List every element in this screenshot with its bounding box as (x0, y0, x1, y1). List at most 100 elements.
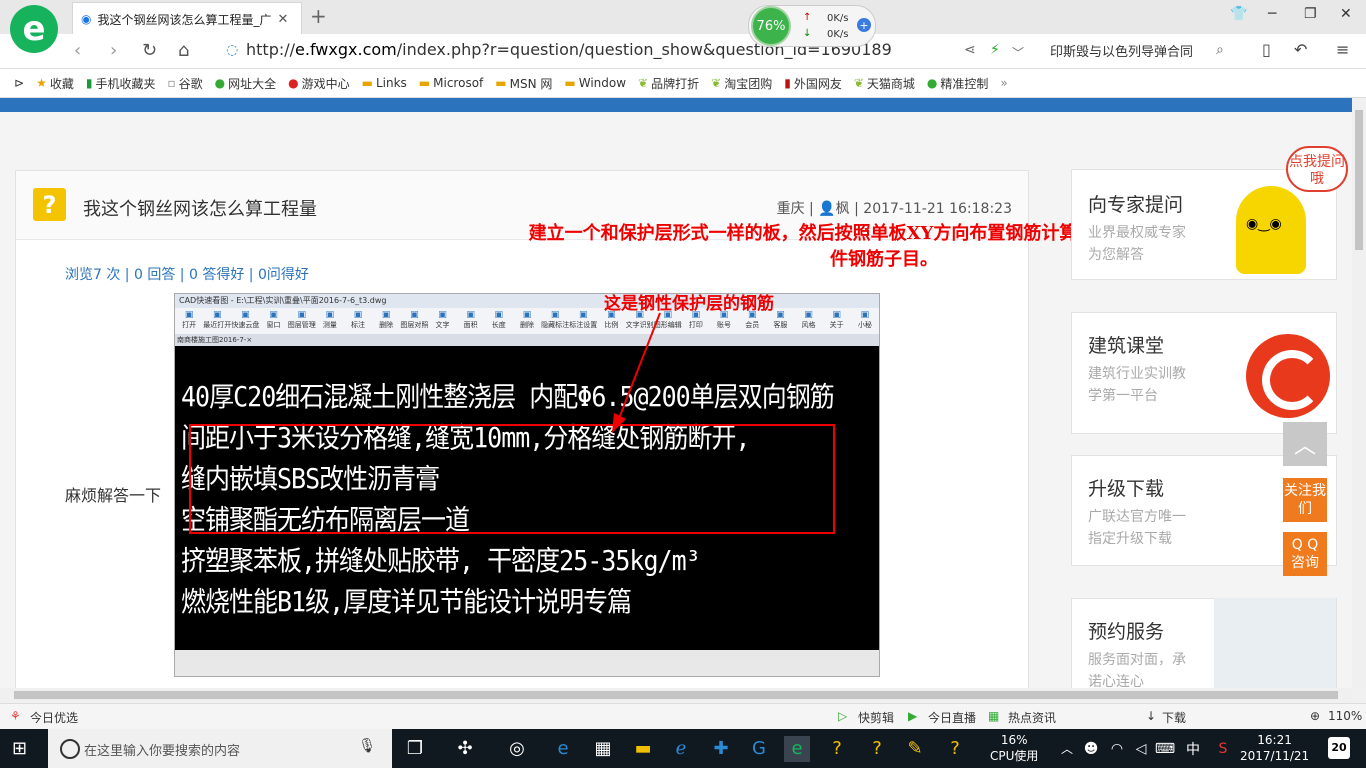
site-security-icon[interactable]: ◌ (226, 42, 238, 58)
good-answer-count[interactable]: 0 答得好 (189, 267, 244, 283)
cpu-monitor[interactable]: 16% CPU使用 (990, 732, 1038, 764)
downloads-link[interactable]: 下载 (1162, 709, 1186, 726)
daily-picks-link[interactable]: 今日优选 (30, 709, 78, 726)
cad-ribbon-button: ▣ 面积 (457, 308, 485, 334)
fan-app-icon[interactable]: ✣ (452, 736, 478, 762)
zoom-level[interactable]: 110% (1328, 709, 1362, 723)
speed-boost-icon[interactable]: + (857, 18, 871, 32)
bookmark-item[interactable]: ▬ Links (362, 76, 407, 90)
bookmark-item[interactable]: ▮ 外国网友 (784, 75, 842, 92)
wifi-icon[interactable]: ◠ (1104, 736, 1130, 762)
sogou-ime-icon[interactable]: S (1210, 736, 1236, 762)
help-app-icon[interactable]: ? (942, 736, 968, 762)
cad-ribbon-label: 隐藏标注 (541, 321, 570, 329)
task-view-icon[interactable]: ❐ (402, 736, 428, 762)
bookmark-item[interactable]: ● 游戏中心 (288, 75, 350, 92)
edge-browser-icon[interactable]: e (550, 736, 576, 762)
people-icon[interactable]: ☻ (1078, 736, 1104, 762)
forward-icon[interactable]: › (110, 40, 117, 61)
good-question-count[interactable]: 0问得好 (258, 267, 309, 283)
question-body: 麻烦解答一下 (65, 486, 162, 505)
page-content: ? 我这个钢丝网该怎么算工程量 重庆 | 👤枫 | 2017-11-21 16:… (0, 112, 1352, 688)
network-speed-widget[interactable]: 76% ↑ 0K/s ↓ 0K/s + (748, 5, 876, 47)
answers-count[interactable]: 0 回答 (134, 267, 175, 283)
course-subtitle-2: 学第一平台 (1088, 388, 1158, 404)
lightning-icon[interactable]: ⚡ (990, 42, 1000, 58)
back-icon[interactable]: ‹ (74, 40, 81, 61)
ime-indicator[interactable]: 中 (1186, 739, 1200, 759)
news-link[interactable]: 热点资讯 (1008, 709, 1056, 726)
vertical-scroll-thumb[interactable] (1355, 110, 1363, 250)
course-subtitle-1: 建筑行业实训教 (1088, 366, 1186, 382)
spiral-app-icon[interactable]: ◎ (504, 736, 530, 762)
question-user[interactable]: 枫 (836, 201, 850, 217)
bookmark-item[interactable]: ▬ Microsof (419, 76, 483, 90)
undo-icon[interactable]: ↶ (1294, 40, 1307, 59)
live-link[interactable]: 今日直播 (928, 709, 976, 726)
notes-app-icon[interactable]: ✎ (902, 736, 928, 762)
download-arrow-icon: ↓ (803, 28, 812, 39)
cad-ribbon-label: 图层管理 (287, 321, 316, 329)
bookmark-item[interactable]: ● 精准控制 (927, 75, 989, 92)
store-icon[interactable]: ▦ (590, 736, 616, 762)
ask-bubble[interactable]: 点我提问哦 (1286, 146, 1348, 192)
bookmark-item[interactable]: ▬ MSN 网 (495, 75, 552, 92)
cad-ribbon-label: 文字 (435, 321, 450, 329)
search-input[interactable]: 印斯毁与以色列导弹合同 (1050, 41, 1193, 60)
ie-browser-icon[interactable]: ℯ (668, 736, 694, 762)
bookmark-item[interactable]: ❦ 品牌打折 (638, 75, 699, 92)
phone-icon[interactable]: ▯ (1262, 40, 1271, 59)
share-icon[interactable]: ⋖ (964, 42, 976, 58)
qq-consult-button[interactable]: Q Q 咨询 (1283, 532, 1327, 576)
cad-ribbon-label: 图层对照 (400, 321, 429, 329)
course-title: 建筑课堂 (1088, 335, 1165, 357)
restore-window-icon[interactable]: ❐ (1304, 6, 1317, 22)
help-app-icon[interactable]: ? (824, 736, 850, 762)
browser-tab[interactable]: ◉ 我这个钢丝网该怎么算工程量_广 ✕ (72, 2, 302, 35)
cad-ribbon-button: ▣ 标注 (344, 308, 372, 334)
mascot-icon[interactable]: ◉‿◉ (1236, 186, 1306, 274)
follow-us-button[interactable]: 关注我们 (1283, 478, 1327, 522)
microphone-icon[interactable]: 🎙 (358, 738, 376, 754)
cad-tool-icon: ▣ (494, 310, 504, 320)
quick-edit-link[interactable]: 快剪辑 (858, 709, 894, 726)
bookmark-item[interactable]: ● 网址大全 (215, 75, 277, 92)
minimize-window-icon[interactable]: ─ (1268, 6, 1276, 22)
bookmark-item[interactable]: ▮ 手机收藏夹 (86, 75, 156, 92)
menu-icon[interactable]: ≡ (1336, 40, 1349, 59)
tray-up-icon[interactable]: ︿ (1054, 736, 1080, 762)
clock[interactable]: 16:21 2017/11/21 (1240, 732, 1309, 764)
home-icon[interactable]: ⌂ (178, 40, 189, 61)
taskbar-search-box[interactable]: 在这里输入你要搜索的内容 🎙 (48, 729, 392, 768)
notification-center-icon[interactable]: 20 (1328, 737, 1350, 759)
views-count: 浏览7 次 (65, 267, 121, 283)
volume-icon[interactable]: ◁ (1128, 736, 1154, 762)
reload-icon[interactable]: ↻ (142, 40, 157, 61)
search-icon[interactable]: ⌕ (1216, 42, 1224, 58)
bookmark-item[interactable]: ❦ 天猫商城 (854, 75, 915, 92)
more-bookmarks-icon[interactable]: » (1000, 76, 1007, 90)
file-explorer-icon[interactable]: ▬ (630, 736, 656, 762)
help-app-icon[interactable]: ? (864, 736, 890, 762)
g-app-icon[interactable]: G (746, 736, 772, 762)
windows-start-icon[interactable]: ⊞ (12, 738, 27, 759)
tool-app-icon[interactable]: ✚ (708, 736, 734, 762)
browser-task-icon[interactable]: e (784, 736, 810, 762)
close-window-icon[interactable]: ✕ (1340, 6, 1352, 22)
bookmark-item[interactable]: ★ 收藏 (36, 75, 74, 92)
horizontal-scroll-thumb[interactable] (14, 691, 1338, 699)
bookmark-item[interactable]: ▫ 谷歌 (167, 75, 202, 92)
back-to-top-icon[interactable]: ︿ (1283, 422, 1327, 466)
keyboard-icon[interactable]: ⌨ (1152, 736, 1178, 762)
chevron-down-icon[interactable]: ﹀ (1012, 44, 1024, 61)
bookmark-item[interactable]: ❦ 淘宝团购 (711, 75, 772, 92)
new-tab-icon[interactable]: + (310, 4, 327, 28)
cad-ribbon-label: 长度 (491, 321, 506, 329)
sidebar-toggle-icon[interactable]: ⊳ (14, 76, 24, 90)
bookmark-item[interactable]: ▬ Window (564, 76, 626, 90)
cad-line: 40厚C20细石混凝土刚性整浇层 内配Φ6.5@200单层双向钢筋 (181, 380, 835, 413)
shirt-skin-icon[interactable]: 👕 (1230, 6, 1247, 22)
tab-close-icon[interactable]: ✕ (277, 12, 288, 27)
cad-file-tab: 南商楼施工图2016-7-× (175, 334, 879, 346)
browser-logo-icon[interactable]: e (10, 5, 58, 53)
